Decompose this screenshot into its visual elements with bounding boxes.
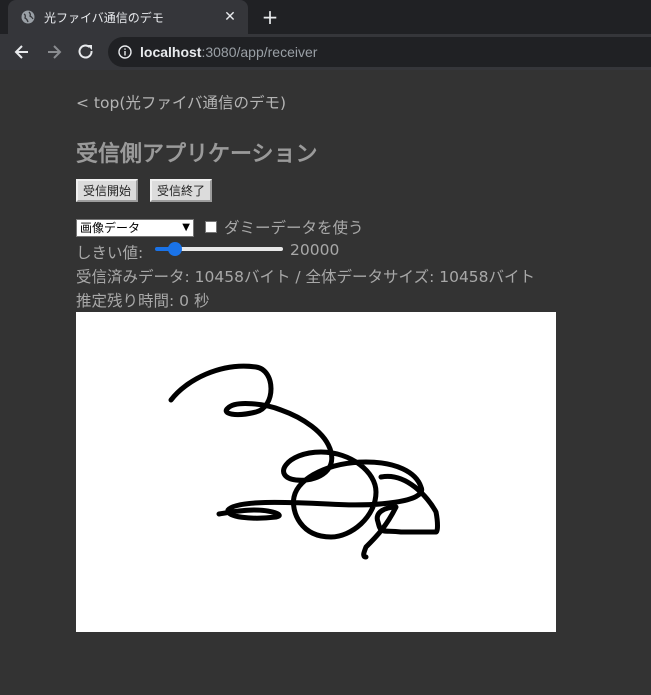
info-icon[interactable]: [118, 45, 132, 59]
scribble-drawing: [168, 363, 440, 560]
threshold-slider[interactable]: [155, 242, 283, 256]
url-path: :3080/app/receiver: [201, 44, 318, 60]
back-link[interactable]: < top(光ファイバ通信のデモ): [76, 91, 286, 113]
globe-icon: [21, 10, 35, 24]
page-title: 受信側アプリケーション: [76, 142, 318, 167]
threshold-label: しきい値:: [76, 244, 144, 262]
start-receive-button[interactable]: 受信開始: [76, 179, 139, 202]
reload-icon[interactable]: [76, 42, 96, 62]
data-type-select-value: 画像データ: [80, 221, 141, 235]
chevron-down-icon: ▼: [182, 222, 190, 233]
address-bar[interactable]: localhost:3080/app/receiver: [108, 37, 651, 67]
remaining-time: 推定残り時間: 0 秒: [76, 292, 210, 310]
dummy-data-checkbox[interactable]: [205, 221, 217, 233]
forward-arrow-icon[interactable]: [44, 42, 64, 62]
threshold-value: 20000: [290, 241, 340, 259]
tab-strip: 光ファイバ通信のデモ ✕ +: [0, 0, 651, 34]
browser-toolbar: localhost:3080/app/receiver: [0, 34, 651, 70]
close-tab-icon[interactable]: ✕: [222, 9, 238, 25]
new-tab-button[interactable]: +: [260, 7, 280, 27]
data-type-select[interactable]: 画像データ ▼: [76, 219, 194, 237]
slider-track: [175, 247, 283, 251]
url-host: localhost: [140, 44, 202, 60]
back-arrow-icon[interactable]: [12, 42, 32, 62]
received-data-info: 受信済みデータ: 10458バイト / 全体データサイズ: 10458バイト: [76, 268, 536, 286]
tab-title: 光ファイバ通信のデモ: [44, 10, 164, 25]
stop-receive-button[interactable]: 受信終了: [150, 179, 213, 202]
received-image-canvas: [76, 312, 556, 632]
dummy-data-label: ダミーデータを使う: [224, 219, 364, 237]
browser-tab[interactable]: 光ファイバ通信のデモ ✕: [8, 0, 248, 34]
slider-thumb[interactable]: [168, 242, 182, 256]
url-text: localhost:3080/app/receiver: [140, 44, 317, 60]
